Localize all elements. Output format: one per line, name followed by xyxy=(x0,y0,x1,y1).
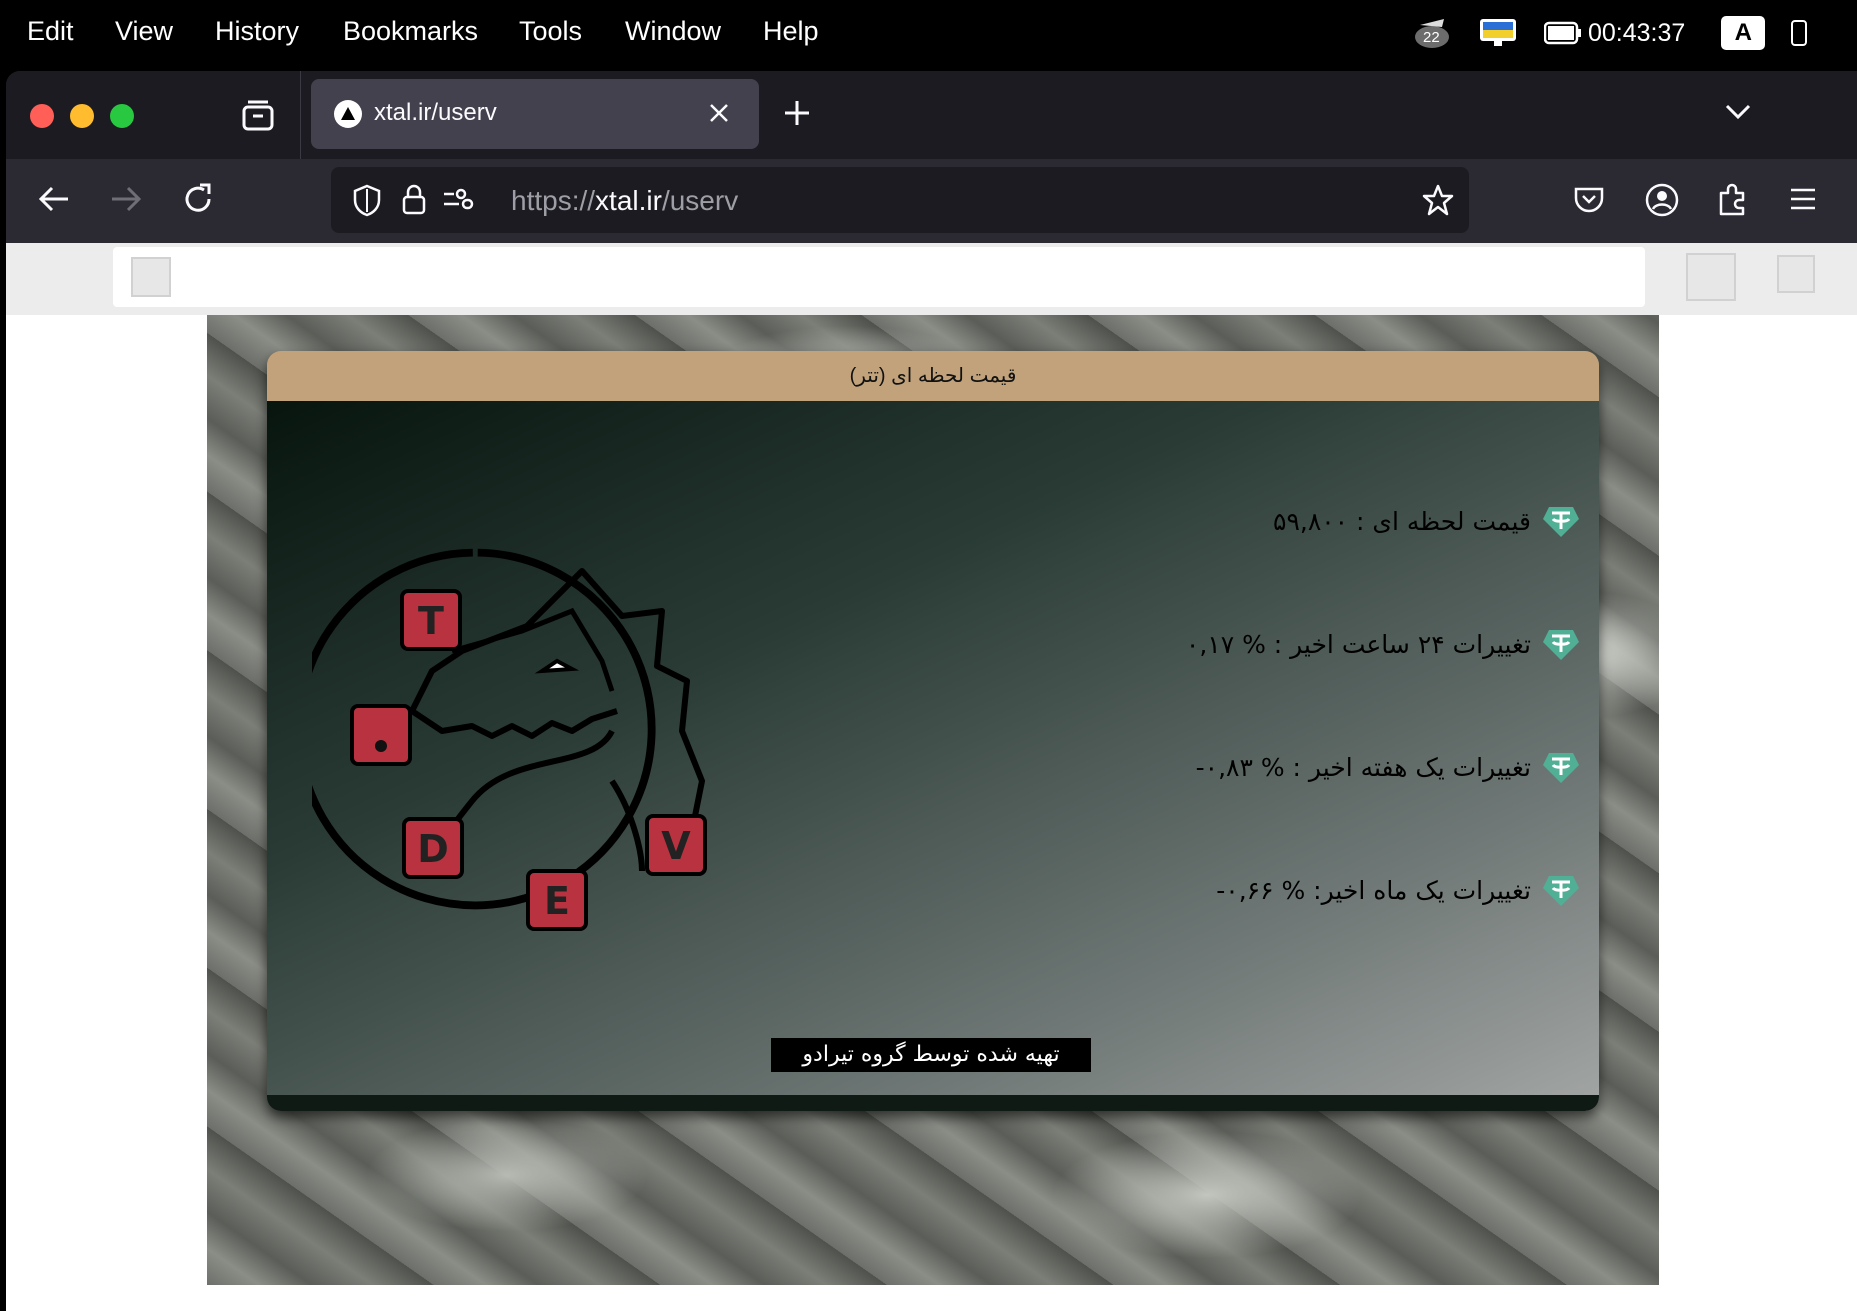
permissions-icon[interactable] xyxy=(441,184,475,214)
broken-image-icon[interactable] xyxy=(1777,255,1815,293)
page-top-strip xyxy=(6,243,1857,315)
tether-icon xyxy=(1543,630,1579,660)
status-badge: 22 xyxy=(1423,29,1440,46)
input-source-indicator[interactable]: A xyxy=(1721,16,1766,50)
card-footer-bar xyxy=(267,1095,1599,1111)
status-icons: 22 00:43:37 A xyxy=(1412,12,1808,54)
macos-menu-bar: Edit View History Bookmarks Tools Window… xyxy=(0,0,1857,66)
card-header: قیمت لحظه ای (تتر) xyxy=(267,351,1599,401)
current-price-text: قیمت لحظه ای : ۵۹,۸۰۰ xyxy=(1273,506,1531,536)
menu-history[interactable]: History xyxy=(215,16,299,47)
card-title: قیمت لحظه ای (تتر) xyxy=(849,365,1017,387)
reload-icon[interactable] xyxy=(180,181,216,217)
tdev-dragon-logo: T D E V xyxy=(312,548,707,931)
browser-window: xtal.ir/userv https://xtal.ir/userv قیمت… xyxy=(6,71,1857,1311)
close-window-button[interactable] xyxy=(30,104,54,128)
tracking-protection-shield-icon[interactable] xyxy=(351,183,383,217)
logo-letter-t: T xyxy=(418,599,444,643)
new-tab-icon[interactable] xyxy=(782,98,812,128)
logo-tile-d: D xyxy=(402,817,464,879)
change-month-text: تغییرات یک ماه اخیر: % ۰,۶۶- xyxy=(1216,875,1531,905)
url-scheme: https:// xyxy=(511,185,596,216)
url-host: xtal.ir xyxy=(595,185,662,216)
tab-overview-icon[interactable] xyxy=(240,99,276,133)
url-path: /userv xyxy=(661,185,739,216)
change-24h-text: تغییرات ۲۴ ساعت اخیر : % ۰,۱۷ xyxy=(1185,629,1531,659)
zoom-window-button[interactable] xyxy=(110,104,134,128)
menu-clock[interactable]: 00:43:37 xyxy=(1588,19,1685,48)
credit-label: تهیه شده توسط گروه تیرادو xyxy=(771,1038,1091,1072)
card-body: T D E V قیمت لحظه ای: ۵۹,۸۰۰ تغییرات ۲۴… xyxy=(267,401,1599,1111)
tab-bar: xtal.ir/userv xyxy=(6,71,1857,159)
close-tab-icon[interactable] xyxy=(708,102,730,124)
tab-list-chevron-icon[interactable] xyxy=(1723,100,1753,124)
logo-letter-d: D xyxy=(417,827,449,871)
forward-arrow-icon[interactable] xyxy=(108,181,144,217)
tether-icon xyxy=(1543,753,1579,783)
price-row-month: تغییرات یک ماه اخیر: % ۰,۶۶- xyxy=(1216,870,1581,910)
money-background-image: قیمت لحظه ای (تتر) T D E V قیمت لحظه ای … xyxy=(207,315,1659,1285)
tether-icon xyxy=(1543,507,1579,537)
tab-title: xtal.ir/userv xyxy=(374,99,497,126)
menu-help[interactable]: Help xyxy=(763,16,819,47)
flag-monitor-icon[interactable] xyxy=(1478,17,1518,49)
app-status-icon[interactable]: 22 xyxy=(1412,15,1452,51)
broken-image-icon xyxy=(131,257,171,297)
menu-tools[interactable]: Tools xyxy=(519,16,582,47)
price-card: قیمت لحظه ای (تتر) T D E V قیمت لحظه ای … xyxy=(267,351,1599,1111)
address-bar[interactable]: https://xtal.ir/userv xyxy=(331,167,1469,233)
site-favicon xyxy=(334,100,362,128)
logo-tile-t: T xyxy=(400,589,462,651)
minimize-window-button[interactable] xyxy=(70,104,94,128)
menu-view[interactable]: View xyxy=(115,16,173,47)
tab-active[interactable]: xtal.ir/userv xyxy=(311,79,759,149)
hamburger-menu-icon[interactable] xyxy=(1788,184,1818,214)
price-row-week: تغییرات یک هفته اخیر : % ۰,۸۳- xyxy=(1196,747,1581,787)
logo-tile-v: V xyxy=(645,814,707,876)
logo-letter-e: E xyxy=(544,879,570,923)
tether-icon xyxy=(1543,876,1579,906)
menu-window[interactable]: Window xyxy=(625,16,721,47)
logo-letter-v: V xyxy=(661,824,691,868)
broken-image-icon[interactable] xyxy=(1686,253,1736,301)
price-row-current: قیمت لحظه ای : ۵۹,۸۰۰ xyxy=(1273,501,1581,541)
bookmark-star-icon[interactable] xyxy=(1421,183,1455,217)
top-search-box[interactable] xyxy=(113,247,1645,307)
logo-tile-e: E xyxy=(526,869,588,931)
navigation-toolbar: https://xtal.ir/userv xyxy=(6,159,1857,243)
account-icon[interactable] xyxy=(1644,182,1680,218)
menu-bookmarks[interactable]: Bookmarks xyxy=(343,16,478,47)
url-text[interactable]: https://xtal.ir/userv xyxy=(511,185,738,217)
page-viewport: قیمت لحظه ای (تتر) T D E V قیمت لحظه ای … xyxy=(6,243,1857,1311)
battery-icon[interactable] xyxy=(1543,21,1582,45)
price-row-24h: تغییرات ۲۴ ساعت اخیر : % ۰,۱۷ xyxy=(1186,624,1581,664)
menu-edit[interactable]: Edit xyxy=(27,16,74,47)
lock-icon[interactable] xyxy=(401,182,427,216)
tab-divider xyxy=(300,71,301,159)
pocket-icon[interactable] xyxy=(1572,183,1606,217)
extensions-puzzle-icon[interactable] xyxy=(1716,181,1750,217)
back-arrow-icon[interactable] xyxy=(36,181,72,217)
change-week-text: تغییرات یک هفته اخیر : % ۰,۸۳- xyxy=(1195,752,1531,782)
logo-tile-dot xyxy=(350,704,412,766)
control-center-icon[interactable] xyxy=(1791,20,1808,46)
